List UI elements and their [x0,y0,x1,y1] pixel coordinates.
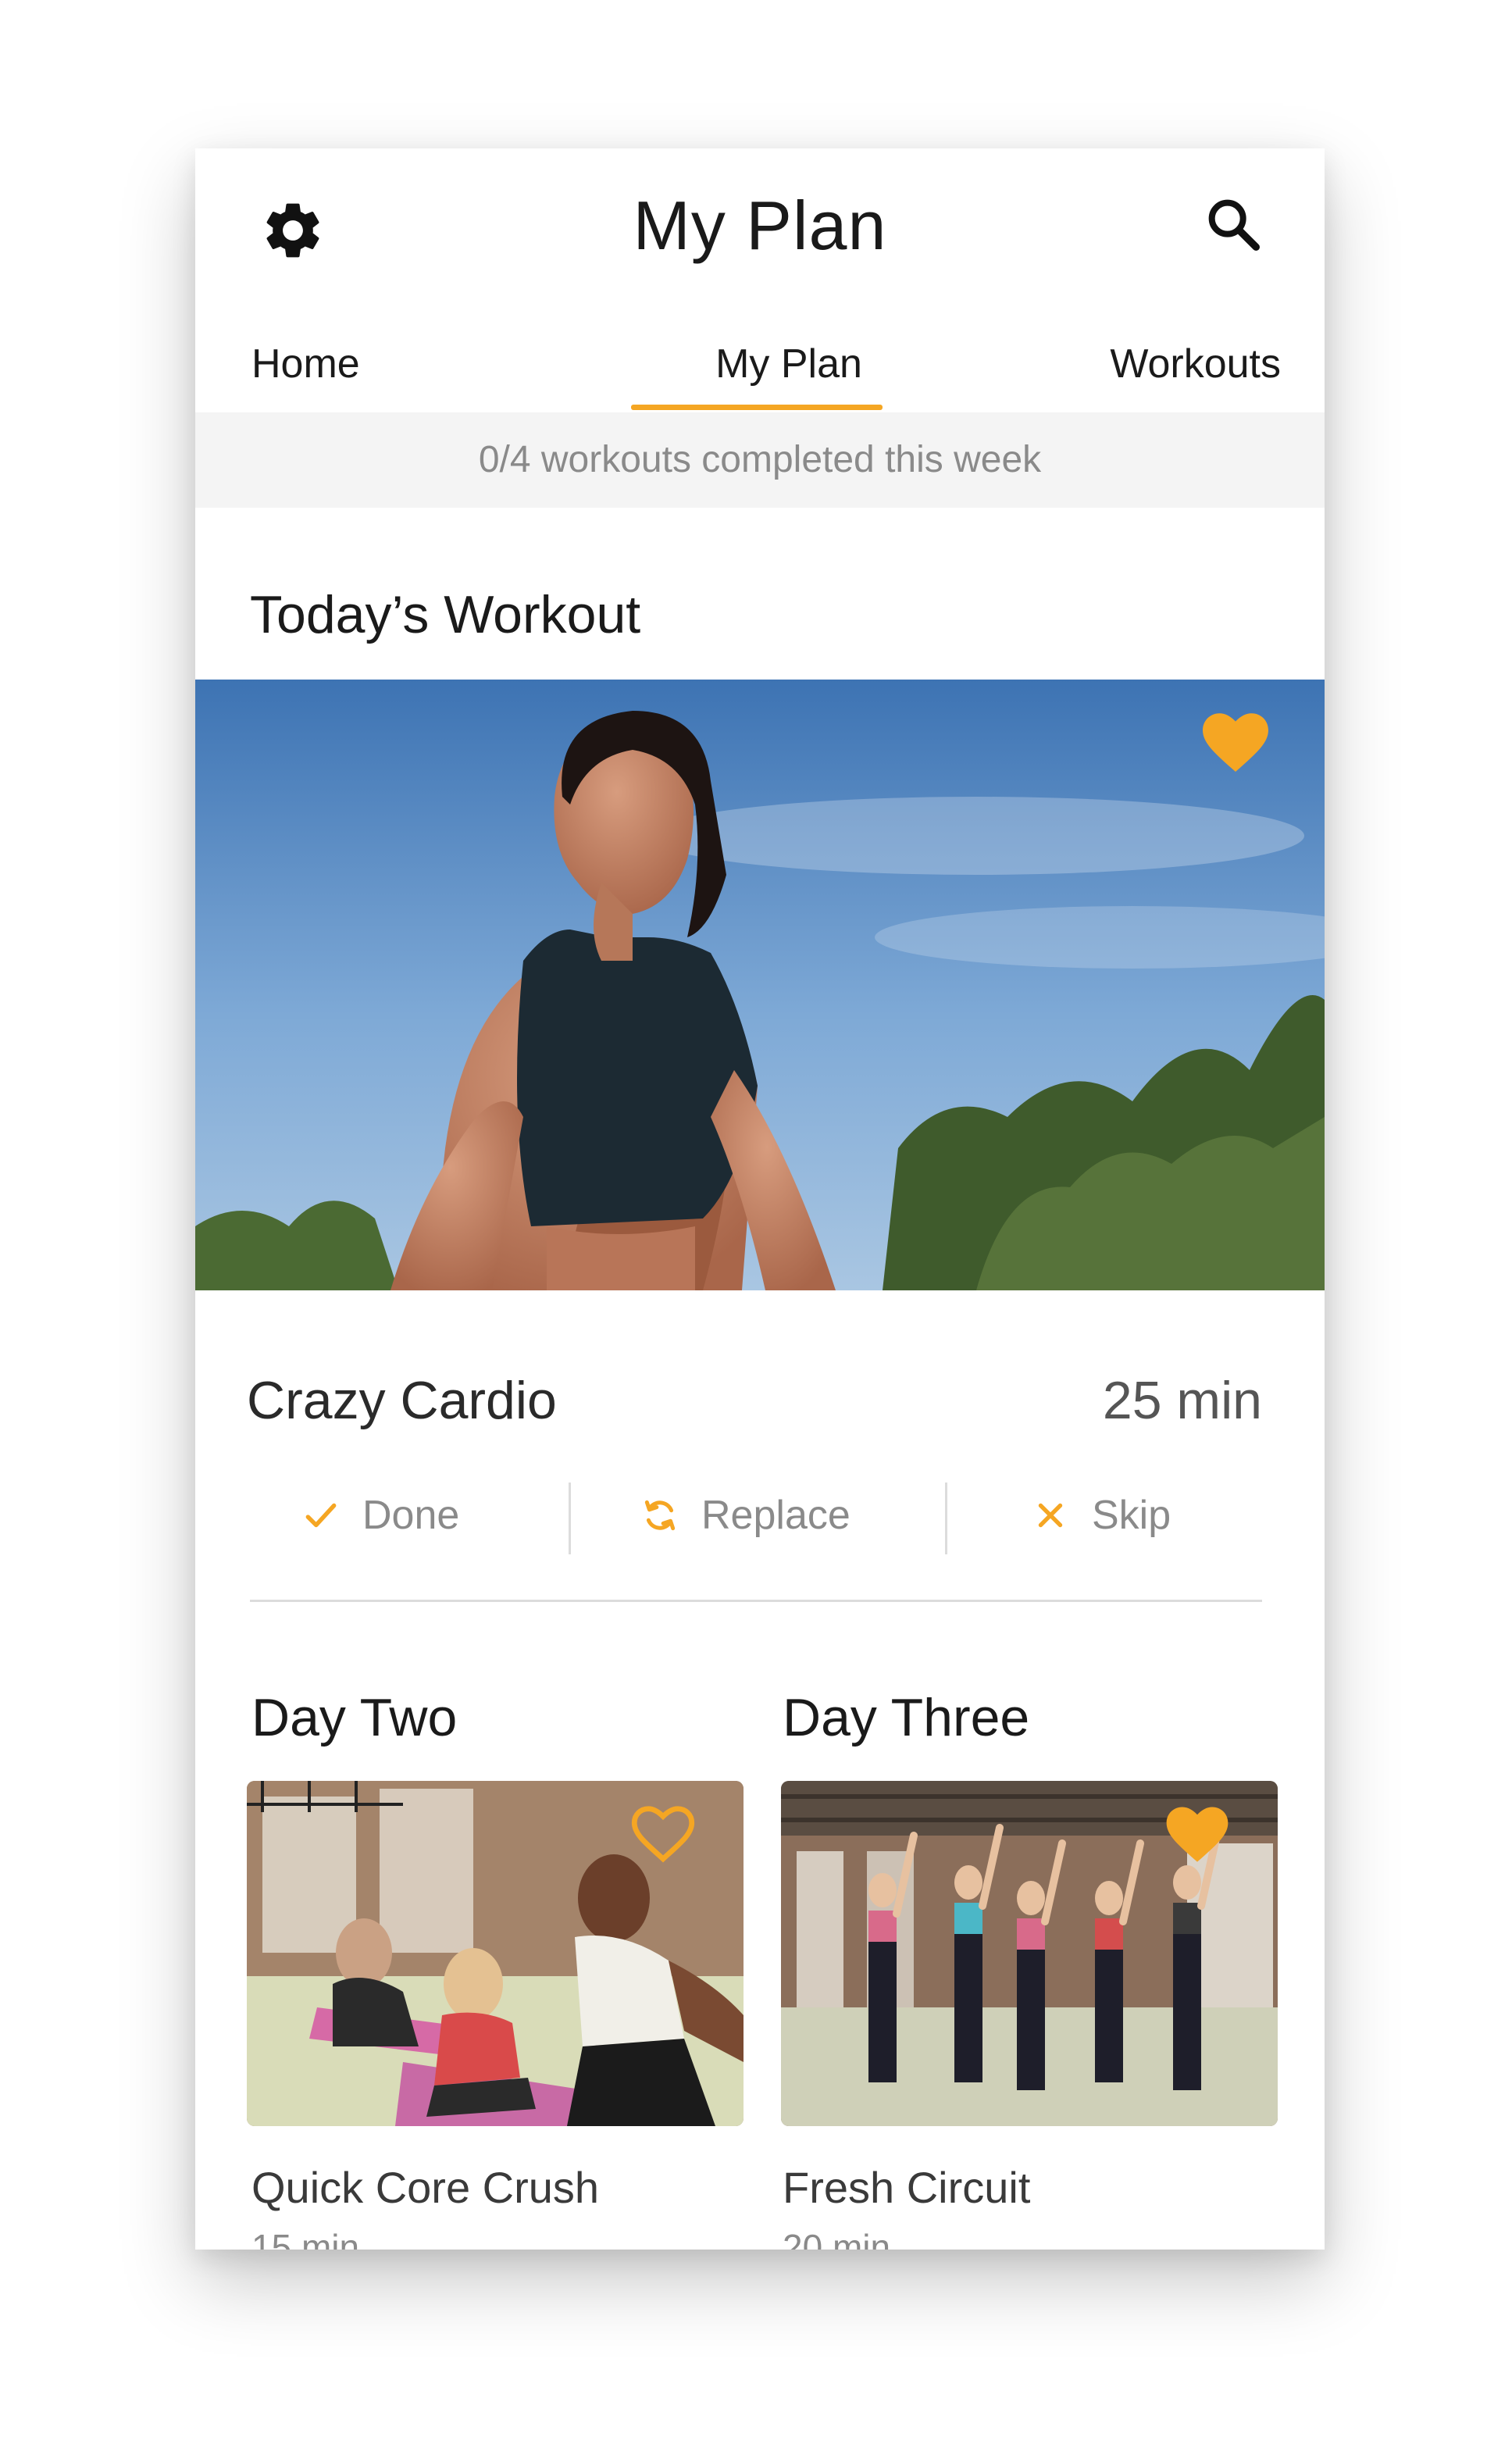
tab-workouts[interactable]: Workouts [1110,341,1281,387]
day-three-heading: Day Three [783,1688,1030,1747]
tab-my-plan[interactable]: My Plan [672,341,906,387]
section-divider [250,1600,1262,1602]
workout-actions: Done Replace Skip [250,1476,1262,1554]
app-screen: My Plan Home My Plan Workouts 0/4 workou… [195,148,1325,2250]
day-three-workout-name: Fresh Circuit [783,2163,1031,2212]
top-bar: My Plan Home My Plan Workouts [195,148,1325,414]
todays-workout-heading: Today’s Workout [250,585,641,644]
favorite-heart-icon[interactable] [1198,711,1273,773]
workout-duration: 25 min [1102,1371,1262,1430]
favorite-heart-icon[interactable] [1162,1804,1232,1864]
workout-name: Crazy Cardio [247,1371,557,1430]
day-three-workout-duration: 20 min [783,2227,891,2250]
day-two-heading: Day Two [251,1688,458,1747]
done-button[interactable]: Done [301,1476,459,1554]
action-divider [569,1483,571,1554]
close-icon [1038,1503,1063,1528]
day-two-workout-name: Quick Core Crush [251,2163,600,2212]
skip-button[interactable]: Skip [1031,1476,1171,1554]
replace-label: Replace [701,1493,850,1538]
replace-button[interactable]: Replace [640,1476,850,1554]
action-divider [945,1483,947,1554]
refresh-icon [644,1500,676,1531]
hero-photo [195,680,1325,1290]
page-title: My Plan [633,187,887,264]
day-two-workout-image[interactable] [247,1781,744,2126]
tab-home[interactable]: Home [251,341,360,387]
done-label: Done [362,1493,460,1538]
active-tab-indicator [631,405,883,410]
favorite-heart-outline-icon[interactable] [628,1804,698,1864]
day-three-workout-image[interactable] [781,1781,1278,2126]
check-icon [305,1503,337,1528]
todays-workout-image[interactable] [195,680,1325,1290]
weekly-progress-banner: 0/4 workouts completed this week [195,412,1325,508]
skip-label: Skip [1092,1493,1171,1538]
search-icon[interactable] [1203,194,1265,256]
day-two-workout-duration: 15 min [251,2227,360,2250]
